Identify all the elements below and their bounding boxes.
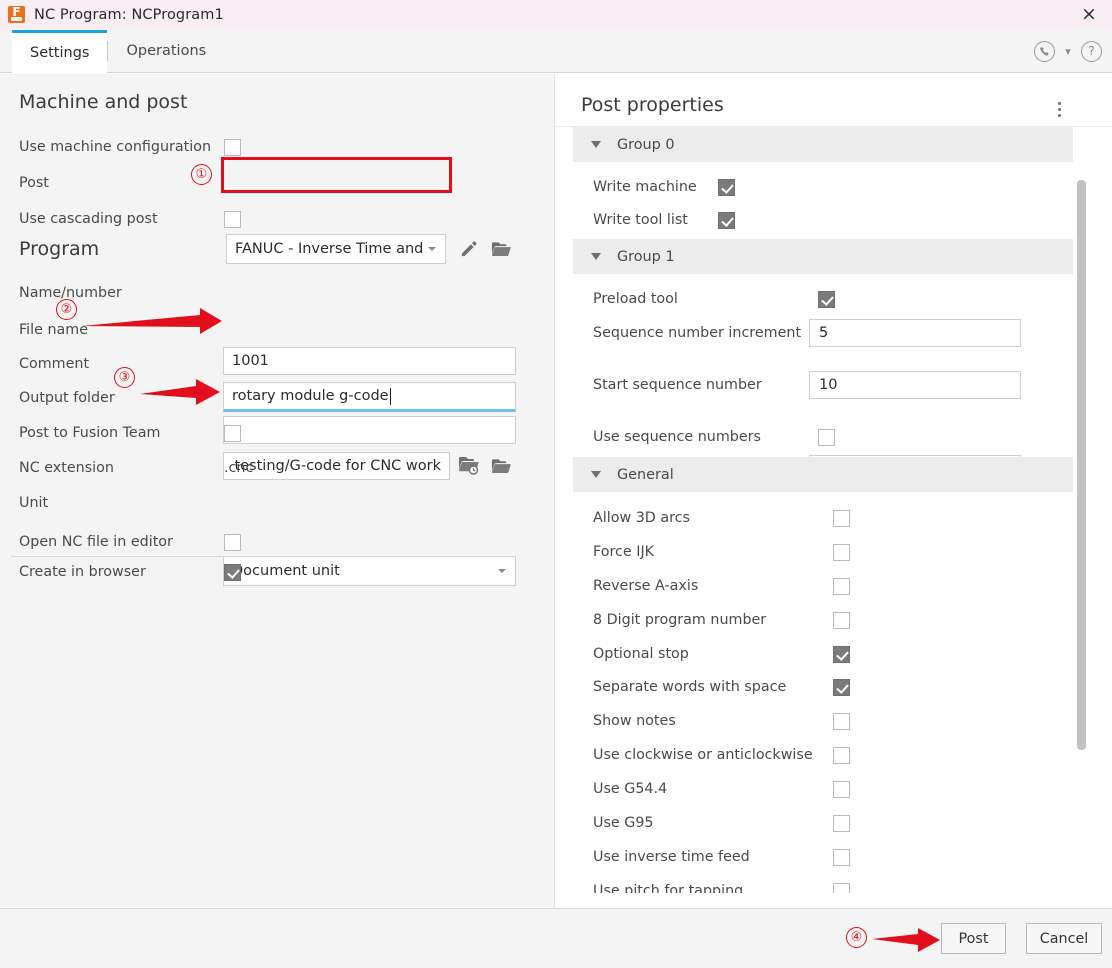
annotation-arrows [0, 0, 1112, 968]
nc-program-dialog: F NC Program: NCProgram1 × Settings Oper… [0, 0, 1112, 968]
